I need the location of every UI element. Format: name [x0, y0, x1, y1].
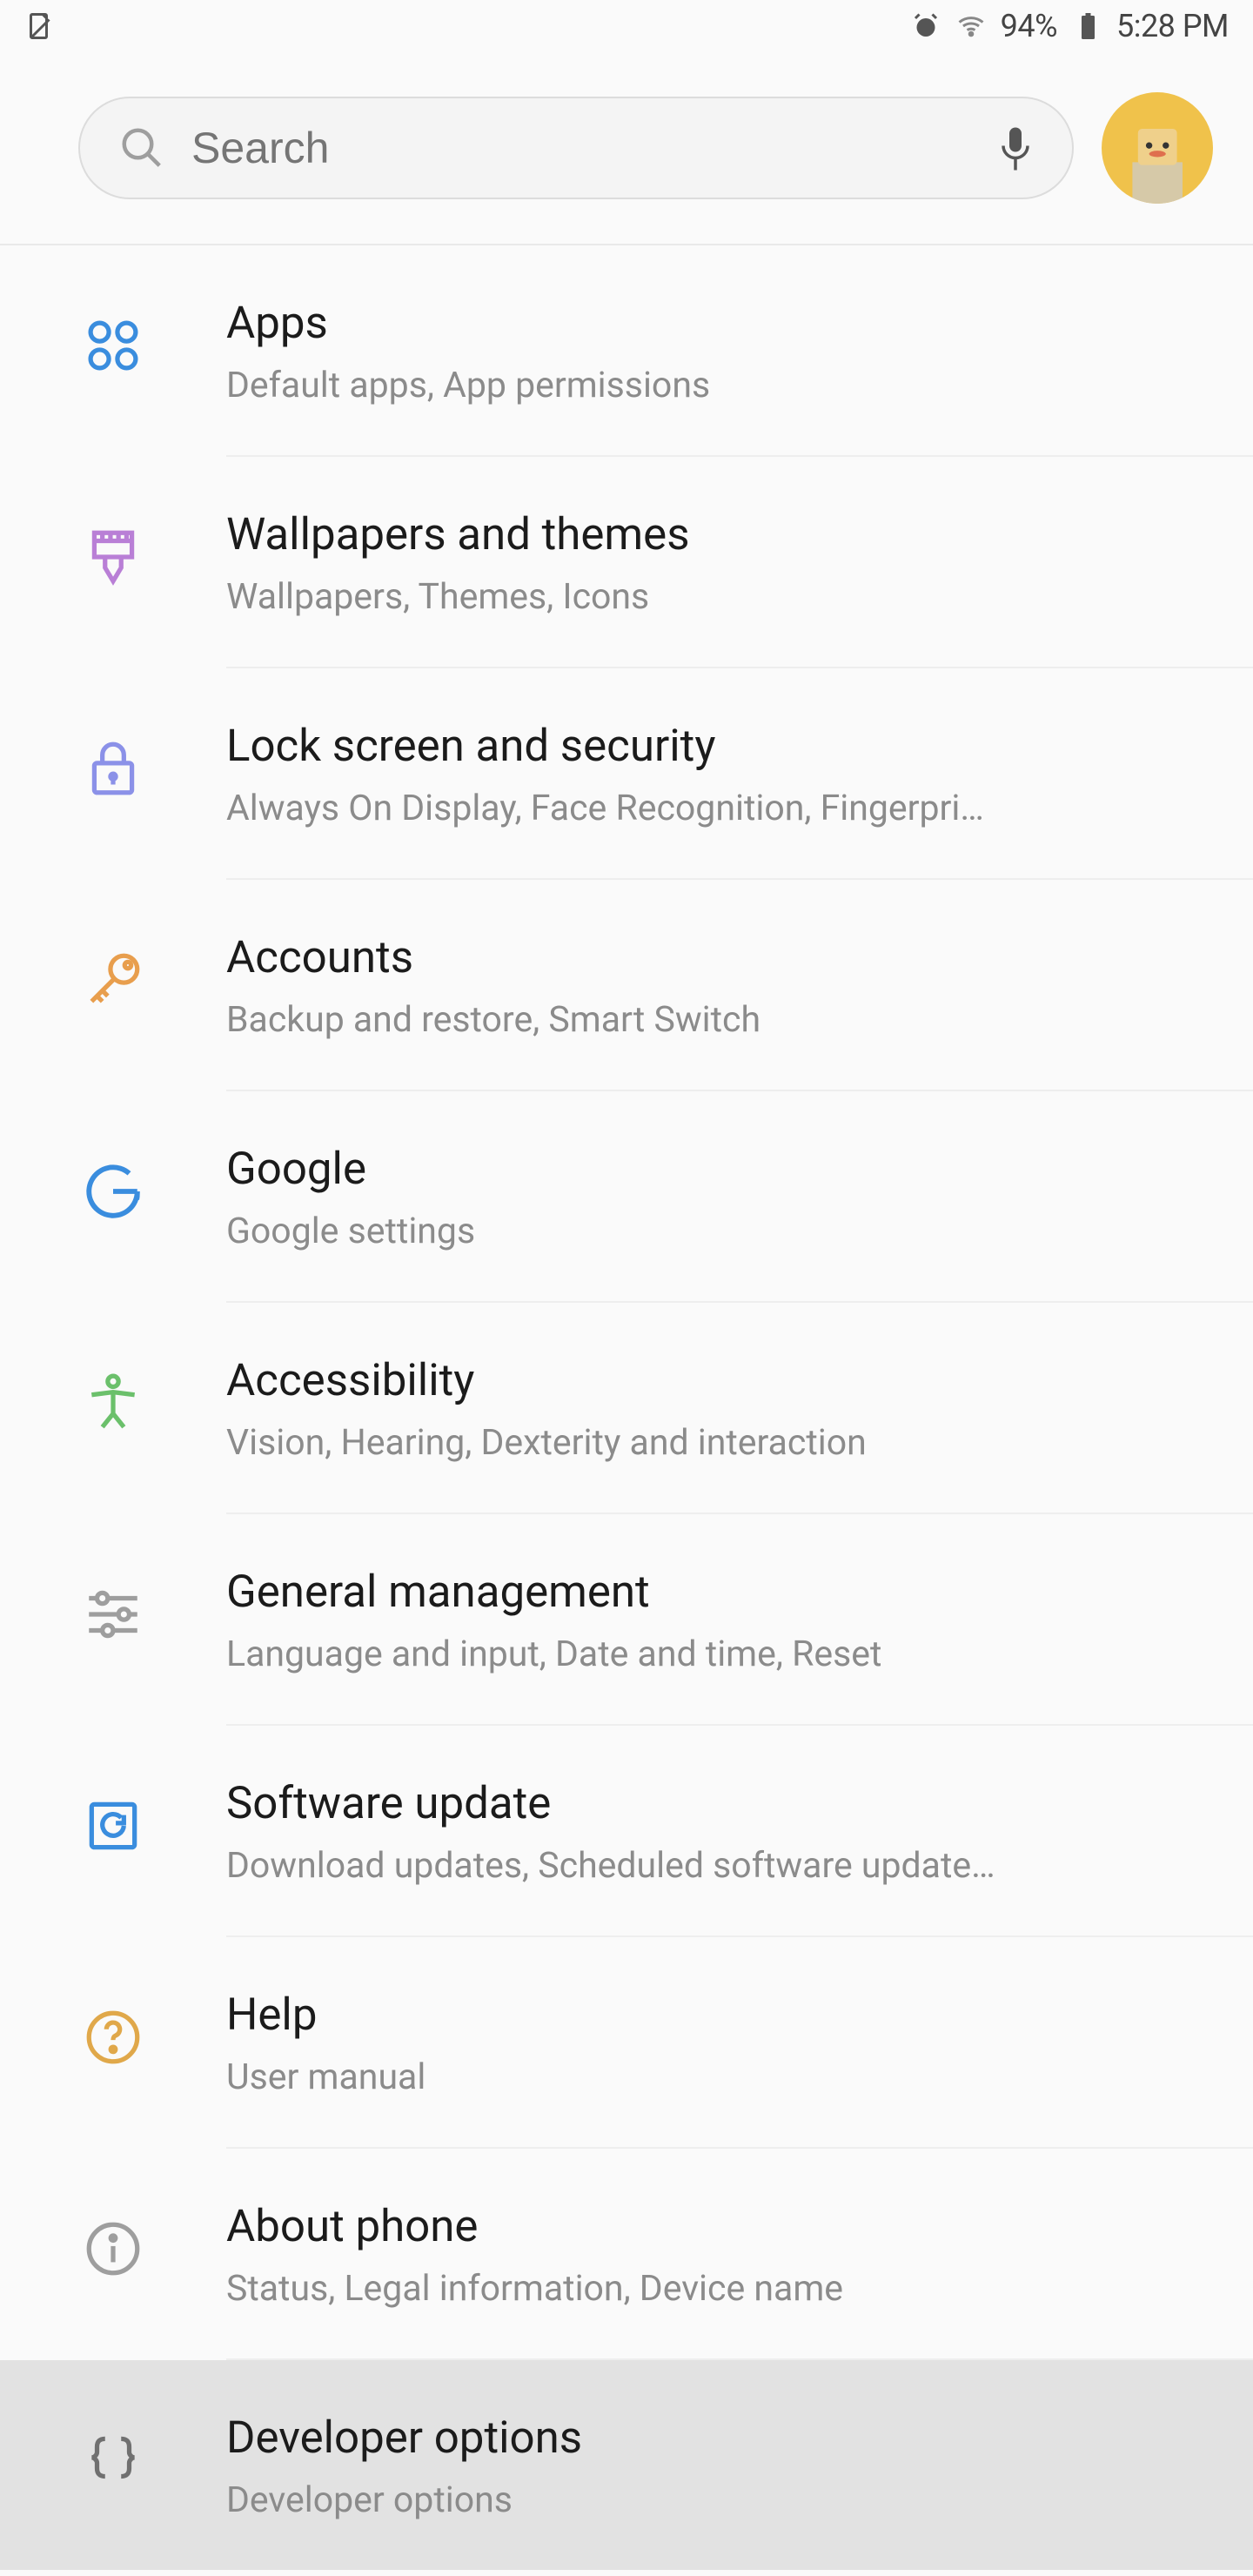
item-title: Developer options [226, 2412, 1201, 2464]
search-field[interactable] [78, 97, 1074, 199]
lock-icon [0, 721, 226, 801]
item-title: Wallpapers and themes [226, 509, 1201, 560]
item-subtitle: Google settings [226, 1211, 1157, 1252]
search-input[interactable] [191, 123, 997, 173]
item-subtitle: Wallpapers, Themes, Icons [226, 576, 1157, 618]
status-bar: 94% 5:28 PM [0, 0, 1253, 52]
settings-list: Apps Default apps, App permissions Wallp… [0, 245, 1253, 2570]
settings-item-help[interactable]: Help User manual [0, 1937, 1253, 2149]
battery-percent: 94% [1001, 8, 1057, 44]
update-icon [0, 1778, 226, 1858]
settings-item-general[interactable]: General management Language and input, D… [0, 1514, 1253, 1726]
settings-item-wallpapers[interactable]: Wallpapers and themes Wallpapers, Themes… [0, 457, 1253, 668]
profile-avatar[interactable] [1102, 92, 1213, 204]
battery-icon [1071, 10, 1102, 42]
settings-item-lockscreen[interactable]: Lock screen and security Always On Displ… [0, 668, 1253, 880]
google-icon [0, 1144, 226, 1224]
item-title: Apps [226, 298, 1201, 349]
item-title: Software update [226, 1778, 1201, 1829]
item-subtitle: Download updates, Scheduled software upd… [226, 1845, 1157, 1887]
settings-item-accounts[interactable]: Accounts Backup and restore, Smart Switc… [0, 880, 1253, 1091]
item-title: Accessibility [226, 1355, 1201, 1406]
sim-status-icon [24, 10, 56, 42]
item-title: Google [226, 1144, 1201, 1195]
sliders-icon [0, 1566, 226, 1647]
settings-item-swupdate[interactable]: Software update Download updates, Schedu… [0, 1726, 1253, 1937]
apps-icon [0, 298, 226, 378]
search-icon [118, 124, 165, 171]
braces-icon [0, 2412, 226, 2492]
wifi-icon [955, 10, 987, 42]
settings-item-about[interactable]: About phone Status, Legal information, D… [0, 2149, 1253, 2360]
item-subtitle: Status, Legal information, Device name [226, 2268, 1157, 2310]
accessibility-icon [0, 1355, 226, 1435]
item-title: General management [226, 1566, 1201, 1618]
help-icon [0, 1989, 226, 2070]
settings-item-apps[interactable]: Apps Default apps, App permissions [0, 245, 1253, 457]
settings-item-accessibility[interactable]: Accessibility Vision, Hearing, Dexterity… [0, 1303, 1253, 1514]
search-header [0, 52, 1253, 245]
item-title: About phone [226, 2201, 1201, 2252]
item-subtitle: Backup and restore, Smart Switch [226, 999, 1157, 1041]
item-subtitle: Vision, Hearing, Dexterity and interacti… [226, 1422, 1157, 1464]
item-subtitle: Default apps, App permissions [226, 365, 1157, 406]
item-title: Accounts [226, 932, 1201, 983]
item-title: Help [226, 1989, 1201, 2041]
clock-time: 5:28 PM [1116, 8, 1229, 44]
alarm-icon [910, 10, 941, 42]
brush-icon [0, 509, 226, 589]
item-subtitle: Always On Display, Face Recognition, Fin… [226, 788, 1157, 829]
item-title: Lock screen and security [226, 721, 1201, 772]
settings-item-developer[interactable]: Developer options Developer options [0, 2360, 1253, 2570]
item-subtitle: User manual [226, 2056, 1157, 2098]
key-icon [0, 932, 226, 1012]
item-subtitle: Language and input, Date and time, Reset [226, 1633, 1157, 1675]
mic-icon[interactable] [997, 124, 1034, 171]
info-icon [0, 2201, 226, 2281]
settings-item-google[interactable]: Google Google settings [0, 1091, 1253, 1303]
item-subtitle: Developer options [226, 2479, 1157, 2521]
